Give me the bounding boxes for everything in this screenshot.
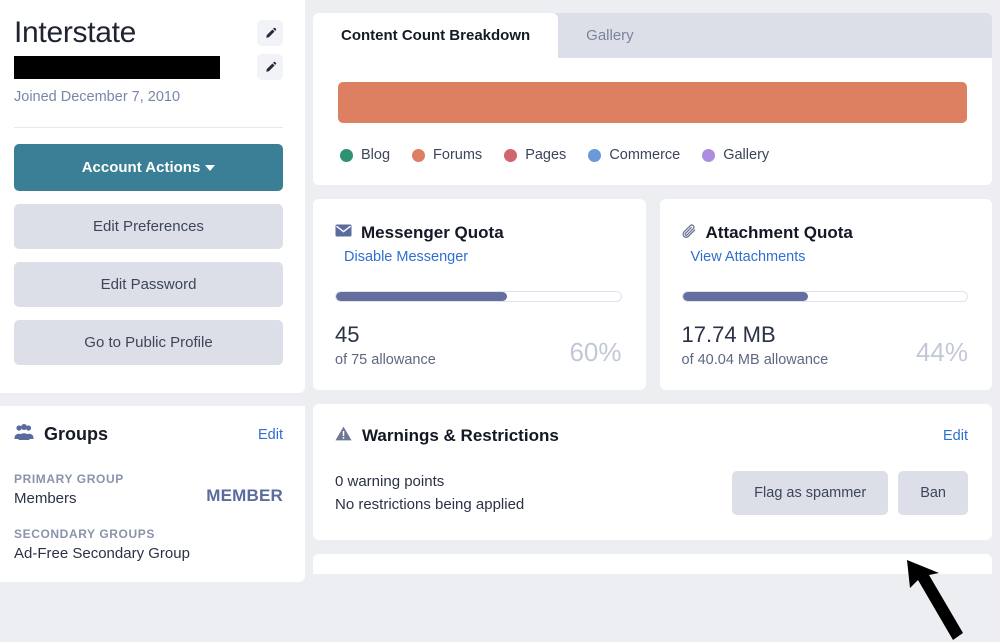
legend-dot-icon (412, 148, 426, 162)
messenger-quota-footer: 45 of 75 allowance 60% (335, 322, 622, 368)
secondary-group-value: Ad-Free Secondary Group (14, 545, 190, 562)
redacted-email (14, 56, 220, 79)
attachment-quota-footer: 17.74 MB of 40.04 MB allowance 44% (682, 322, 969, 368)
messenger-allowance: of 75 allowance (335, 352, 436, 368)
content-chart-body: Blog Forums Pages Commerce Gallery (313, 58, 992, 185)
attachment-progress-fill (682, 292, 808, 301)
legend-item-pages[interactable]: Pages (504, 147, 566, 163)
legend-label: Commerce (609, 147, 681, 163)
pencil-icon (264, 27, 277, 40)
envelope-icon (335, 224, 352, 242)
panel-tabs: Content Count Breakdown Gallery (313, 13, 992, 58)
messenger-used-value: 45 (335, 322, 360, 347)
warning-triangle-icon (335, 426, 352, 446)
attachment-progress-track (681, 291, 968, 302)
bar-segment-forums (338, 82, 967, 123)
profile-edit-buttons (257, 14, 283, 80)
attachment-quota-title: Attachment Quota (705, 223, 853, 242)
attachment-used-value: 17.74 MB (681, 322, 776, 347)
legend-dot-icon (504, 148, 518, 162)
warnings-header: Warnings & Restrictions Edit (335, 426, 968, 446)
pencil-icon (264, 61, 277, 74)
member-badge: MEMBER (206, 486, 283, 505)
warnings-body: 0 warning points No restrictions being a… (335, 470, 968, 516)
warnings-actions: Flag as spammer Ban (732, 471, 968, 515)
groups-title: Groups (44, 424, 109, 444)
legend-item-commerce[interactable]: Commerce (588, 147, 680, 163)
messenger-quota-card: Messenger Quota Disable Messenger 45 of … (313, 199, 646, 390)
edit-preferences-button[interactable]: Edit Preferences (14, 204, 283, 249)
view-attachments-link[interactable]: View Attachments (691, 245, 806, 269)
secondary-group-label: SECONDARY GROUPS (14, 527, 155, 541)
page-title: Interstate (14, 16, 137, 49)
ban-button[interactable]: Ban (898, 471, 968, 515)
secondary-group-block: SECONDARY GROUPS Ad-Free Secondary Group (14, 527, 283, 562)
content-breakdown-panel: Content Count Breakdown Gallery Blog Foru… (313, 13, 992, 185)
messenger-quota-figures: 45 of 75 allowance (335, 322, 569, 368)
warning-points: 0 warning points (335, 473, 445, 490)
warnings-edit-link[interactable]: Edit (943, 428, 968, 444)
legend-dot-icon (588, 148, 602, 162)
primary-group-label: PRIMARY GROUP (14, 472, 124, 486)
groups-edit-link[interactable]: Edit (258, 427, 283, 443)
restrictions-status: No restrictions being applied (335, 496, 525, 513)
messenger-quota-title: Messenger Quota (361, 223, 504, 242)
groups-header: Groups Edit (14, 424, 283, 445)
next-panel-placeholder (313, 554, 992, 574)
tab-gallery[interactable]: Gallery (558, 13, 662, 58)
go-to-public-profile-button[interactable]: Go to Public Profile (14, 320, 283, 365)
joined-date: Joined December 7, 2010 (14, 89, 181, 105)
edit-password-button[interactable]: Edit Password (14, 262, 283, 307)
warnings-title: Warnings & Restrictions (362, 426, 559, 445)
attachment-quota-figures: 17.74 MB of 40.04 MB allowance (682, 322, 916, 368)
profile-admin-page: Interstate Joined December 7, 2010 Accou… (0, 0, 1000, 642)
profile-card: Interstate Joined December 7, 2010 Accou… (0, 0, 305, 393)
legend-label: Blog (361, 147, 391, 163)
legend-item-gallery[interactable]: Gallery (702, 147, 769, 163)
attachment-percent: 44% (915, 337, 968, 367)
paperclip-icon (681, 224, 697, 244)
legend-label: Forums (433, 147, 483, 163)
attachment-quota-header: Attachment Quota View Attachments (681, 221, 969, 269)
attachment-allowance: of 40.04 MB allowance (681, 352, 829, 368)
account-actions-label: Account Actions (81, 159, 201, 176)
groups-card: Groups Edit PRIMARY GROUP Members MEMBER… (0, 406, 305, 582)
flag-as-spammer-button[interactable]: Flag as spammer (732, 471, 889, 515)
profile-identity: Interstate Joined December 7, 2010 (14, 14, 257, 107)
quota-row: Messenger Quota Disable Messenger 45 of … (313, 199, 992, 390)
chevron-down-icon (205, 165, 216, 172)
legend-item-blog[interactable]: Blog (340, 147, 390, 163)
account-actions-button[interactable]: Account Actions (14, 144, 283, 191)
sidebar-divider (14, 127, 283, 128)
chart-legend: Blog Forums Pages Commerce Gallery (338, 147, 967, 163)
warnings-text: 0 warning points No restrictions being a… (335, 470, 732, 516)
main-content: Content Count Breakdown Gallery Blog Foru… (305, 0, 1000, 642)
messenger-progress-track (335, 291, 622, 302)
edit-email-button[interactable] (257, 54, 283, 80)
warnings-restrictions-card: Warnings & Restrictions Edit 0 warning p… (313, 404, 992, 540)
tab-content-count-breakdown[interactable]: Content Count Breakdown (313, 13, 559, 58)
edit-name-button[interactable] (257, 20, 283, 46)
messenger-quota-header: Messenger Quota Disable Messenger (335, 221, 622, 269)
legend-dot-icon (340, 148, 353, 162)
legend-dot-icon (702, 148, 716, 162)
sidebar: Interstate Joined December 7, 2010 Accou… (0, 0, 305, 642)
content-count-stacked-bar (338, 82, 967, 123)
messenger-progress-fill (336, 292, 507, 301)
legend-item-forums[interactable]: Forums (412, 147, 482, 163)
legend-label: Pages (525, 147, 567, 163)
attachment-quota-card: Attachment Quota View Attachments 17.74 … (659, 199, 992, 390)
primary-group-block: PRIMARY GROUP Members MEMBER (14, 472, 283, 507)
profile-header: Interstate Joined December 7, 2010 (14, 14, 283, 107)
users-icon (14, 424, 34, 445)
disable-messenger-link[interactable]: Disable Messenger (344, 245, 468, 269)
messenger-percent: 60% (569, 337, 622, 367)
legend-label: Gallery (723, 147, 770, 163)
